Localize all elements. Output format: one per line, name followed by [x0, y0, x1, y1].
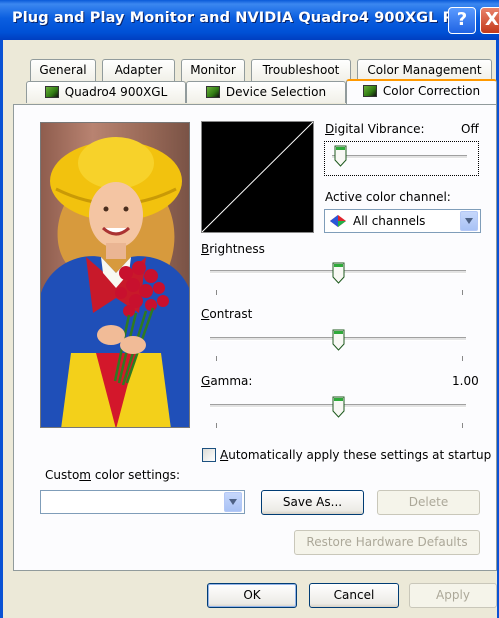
tab-general[interactable]: General	[30, 59, 96, 81]
ok-button[interactable]: OK	[207, 583, 297, 608]
window-frame-left	[0, 40, 3, 618]
save-as-button[interactable]: Save As...	[261, 490, 364, 515]
gamma-thumb[interactable]	[332, 396, 345, 418]
active-channel-value: All channels	[353, 214, 426, 228]
cancel-button[interactable]: Cancel	[309, 583, 399, 608]
nvidia-icon	[205, 86, 220, 98]
tab-device-selection-label: Device Selection	[225, 85, 327, 99]
digital-vibrance-value: Off	[461, 122, 479, 136]
tab-quadro4[interactable]: Quadro4 900XGL	[26, 81, 186, 103]
tab-adapter[interactable]: Adapter	[102, 59, 175, 81]
brightness-label: Brightness	[201, 242, 265, 256]
digital-vibrance-track[interactable]	[332, 155, 467, 159]
chevron-down-icon[interactable]	[224, 492, 242, 512]
delete-button[interactable]: Delete	[377, 490, 480, 515]
window-title: Plug and Play Monitor and NVIDIA Quadro4…	[12, 10, 468, 26]
gamma-tick-min	[216, 423, 217, 428]
tab-color-management[interactable]: Color Management	[357, 59, 492, 81]
nvidia-icon	[44, 86, 59, 98]
apply-button[interactable]: Apply	[409, 583, 497, 608]
tab-quadro4-label: Quadro4 900XGL	[64, 85, 168, 99]
gamma-value: 1.00	[452, 374, 479, 388]
rgb-channels-icon	[330, 215, 346, 227]
contrast-thumb[interactable]	[332, 329, 345, 351]
contrast-label: Contrast	[201, 307, 253, 321]
chevron-down-icon[interactable]	[460, 211, 478, 231]
active-channel-select[interactable]: All channels	[324, 209, 481, 233]
close-button[interactable]: X	[480, 7, 499, 34]
brightness-tick-min	[216, 290, 217, 295]
custom-settings-select[interactable]	[40, 490, 245, 514]
tab-monitor[interactable]: Monitor	[181, 59, 245, 81]
contrast-tick-min	[216, 356, 217, 361]
active-channel-label: Active color channel:	[325, 190, 451, 204]
tab-device-selection[interactable]: Device Selection	[186, 81, 346, 103]
auto-apply-label[interactable]: Automatically apply these settings at st…	[220, 448, 491, 462]
tab-color-correction-label: Color Correction	[382, 84, 481, 98]
digital-vibrance-thumb[interactable]	[334, 145, 347, 167]
restore-defaults-button[interactable]: Restore Hardware Defaults	[294, 530, 480, 555]
tab-color-correction[interactable]: Color Correction	[346, 79, 497, 104]
preview-image	[40, 122, 190, 428]
gamma-label: Gamma:	[201, 374, 253, 388]
auto-apply-checkbox[interactable]	[202, 448, 216, 462]
nvidia-icon	[362, 85, 377, 97]
color-curve-display	[201, 121, 314, 233]
digital-vibrance-label: Digital Vibrance:	[325, 122, 425, 136]
title-bar[interactable]: Plug and Play Monitor and NVIDIA Quadro4…	[0, 0, 499, 40]
brightness-thumb[interactable]	[332, 262, 345, 284]
custom-settings-label: Custom color settings:	[45, 468, 181, 482]
brightness-tick-max	[462, 290, 463, 295]
tab-troubleshoot[interactable]: Troubleshoot	[251, 59, 351, 81]
help-button[interactable]: ?	[448, 7, 476, 34]
gamma-tick-max	[462, 423, 463, 428]
contrast-tick-max	[462, 356, 463, 361]
